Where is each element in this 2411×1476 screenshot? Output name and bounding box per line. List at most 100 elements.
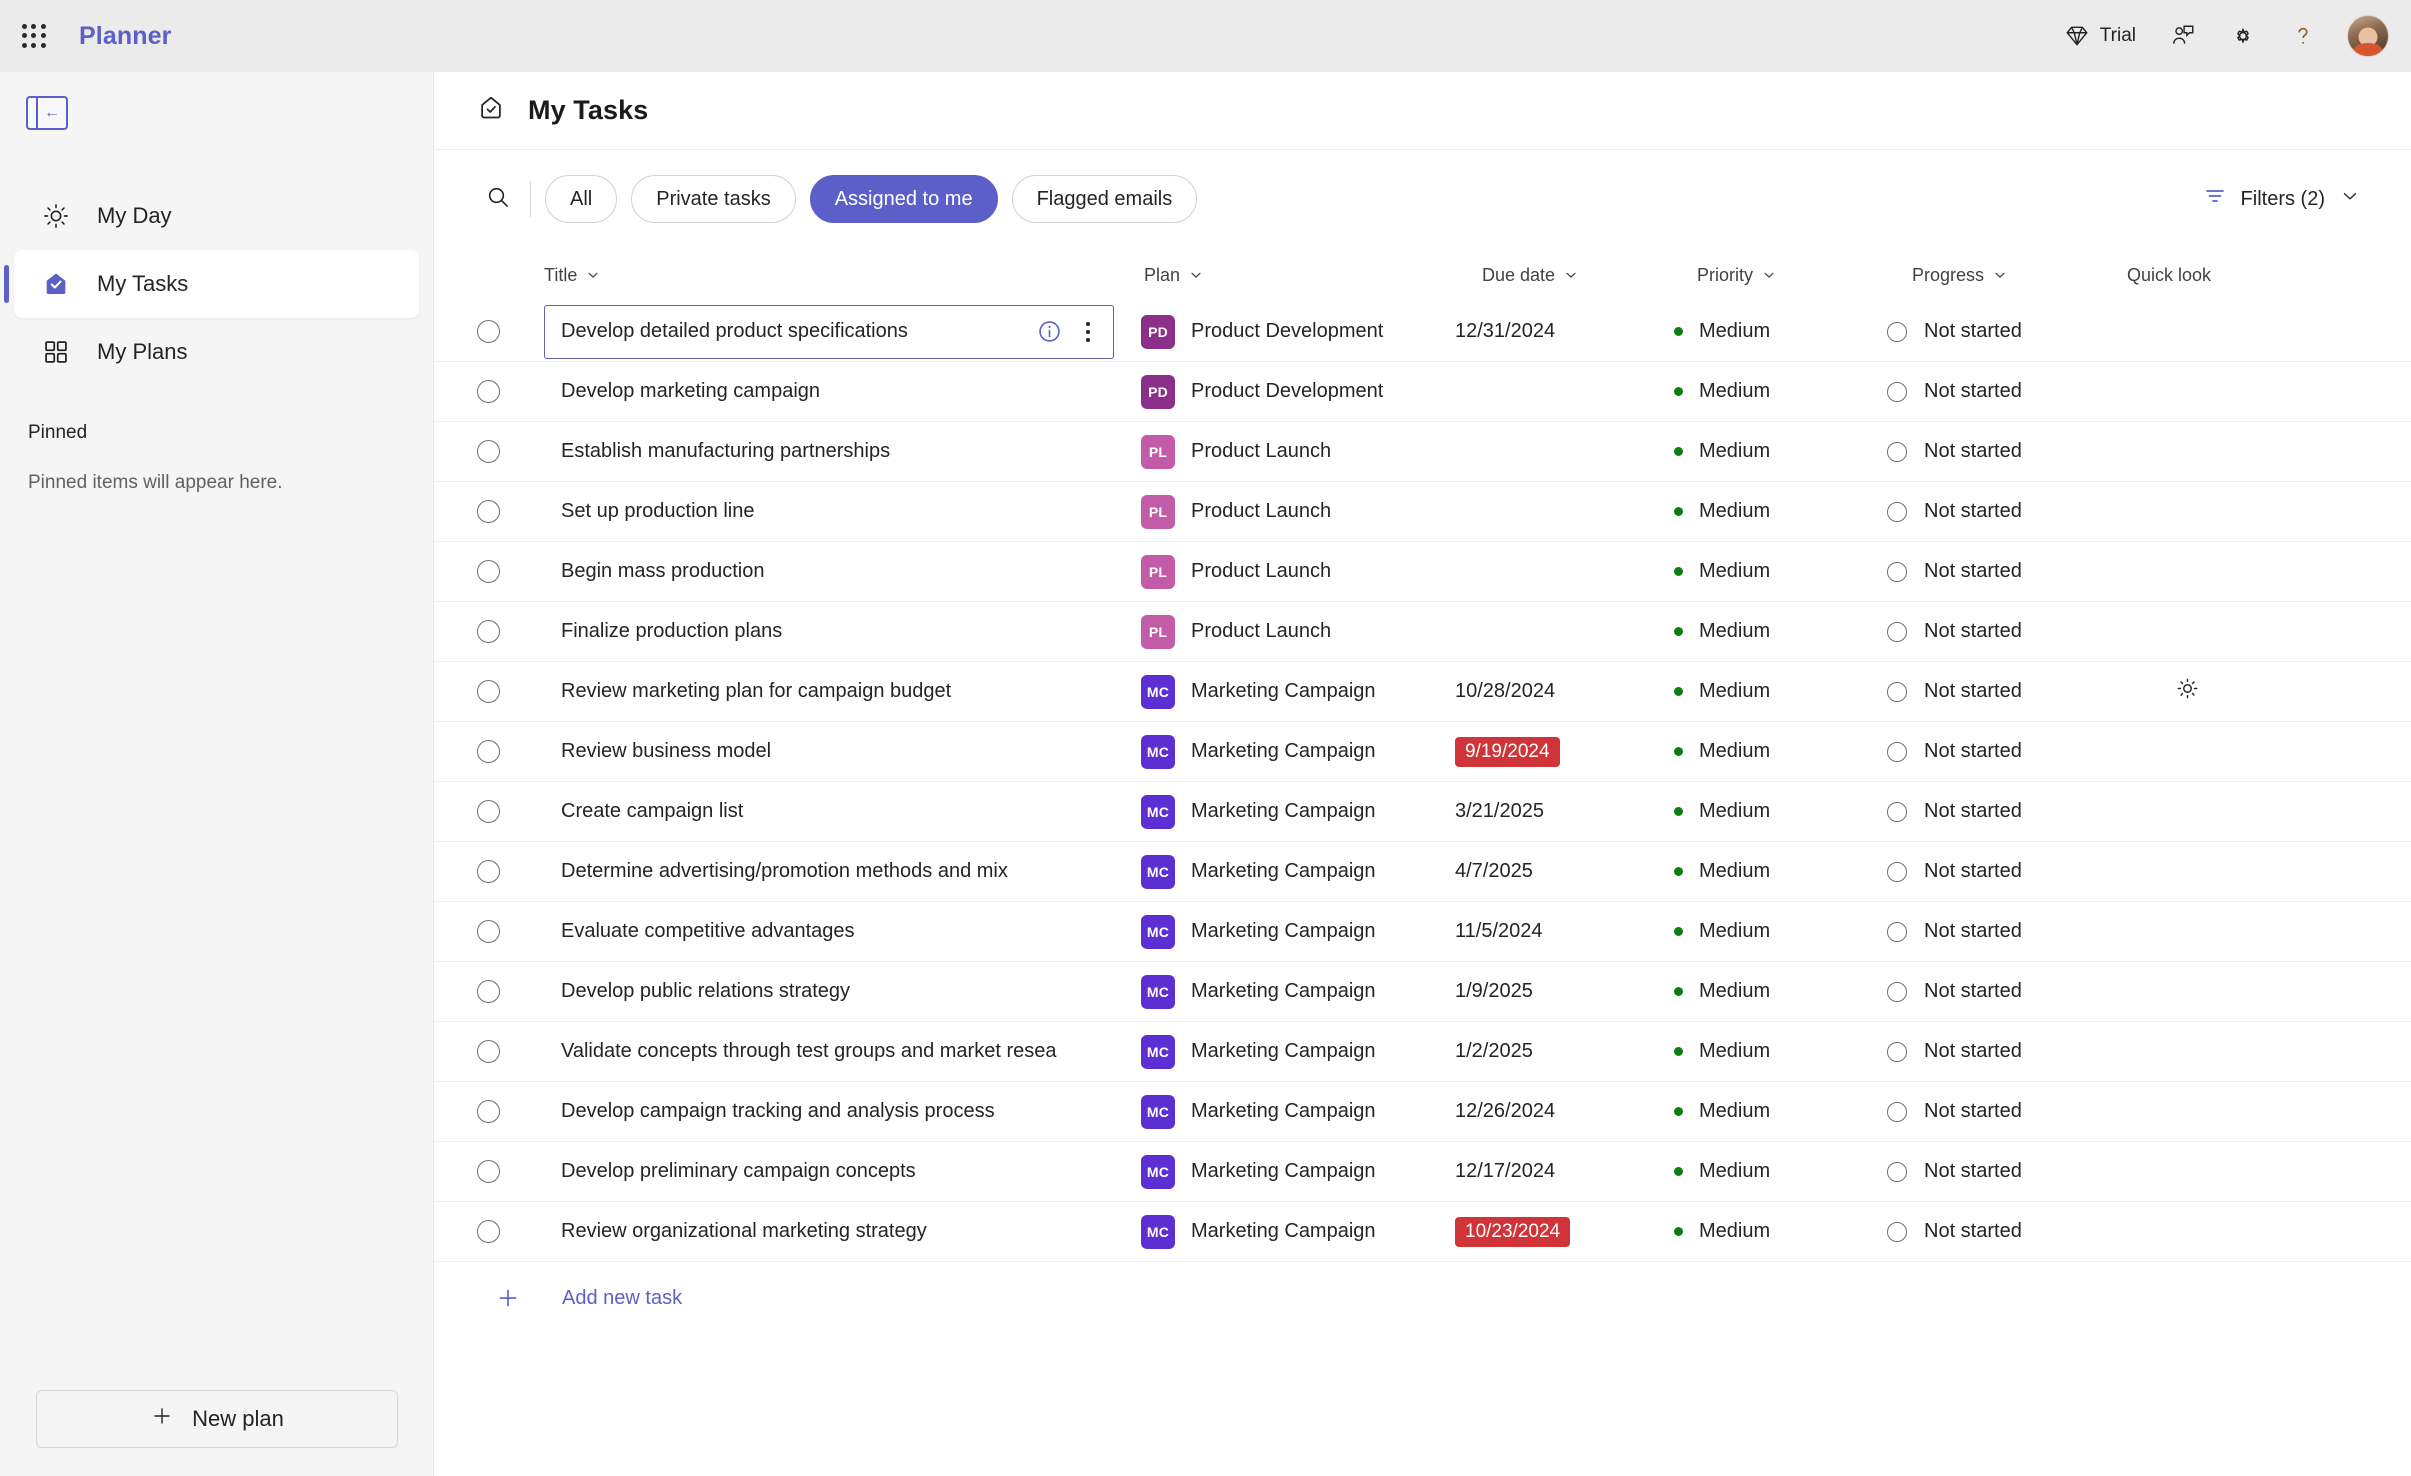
priority-cell[interactable]: Medium (1667, 560, 1882, 583)
plan-cell[interactable]: MC Marketing Campaign (1114, 1034, 1452, 1069)
progress-cell[interactable]: Not started (1882, 740, 2097, 763)
progress-cell[interactable]: Not started (1882, 980, 2097, 1003)
table-row[interactable]: Review business model MC Marketing Campa… (434, 722, 2411, 782)
table-row[interactable]: Validate concepts through test groups an… (434, 1022, 2411, 1082)
priority-cell[interactable]: Medium (1667, 500, 1882, 523)
table-row[interactable]: Evaluate competitive advantages MC Marke… (434, 902, 2411, 962)
table-row[interactable]: Determine advertising/promotion methods … (434, 842, 2411, 902)
pill-flagged-emails[interactable]: Flagged emails (1011, 175, 1198, 223)
progress-cell[interactable]: Not started (1882, 860, 2097, 883)
plan-cell[interactable]: MC Marketing Campaign (1114, 794, 1452, 829)
complete-task-checkbox[interactable] (477, 1220, 500, 1243)
complete-task-checkbox[interactable] (477, 740, 500, 763)
plan-cell[interactable]: PD Product Development (1114, 374, 1452, 409)
task-title-cell[interactable]: Develop marketing campaign (544, 365, 1114, 419)
due-date-cell[interactable]: 12/26/2024 (1452, 1100, 1667, 1123)
priority-cell[interactable]: Medium (1667, 920, 1882, 943)
plan-cell[interactable]: PL Product Launch (1114, 434, 1452, 469)
more-options-icon[interactable] (1077, 318, 1099, 345)
complete-task-checkbox[interactable] (477, 920, 500, 943)
table-row[interactable]: Develop public relations strategy MC Mar… (434, 962, 2411, 1022)
table-row[interactable]: Develop preliminary campaign concepts MC… (434, 1142, 2411, 1202)
settings-button[interactable] (2213, 13, 2273, 59)
quick-look-cell[interactable] (2097, 1156, 2297, 1187)
plan-cell[interactable]: MC Marketing Campaign (1114, 1094, 1452, 1129)
table-row[interactable]: Develop marketing campaign PD Product De… (434, 362, 2411, 422)
plan-cell[interactable]: PL Product Launch (1114, 614, 1452, 649)
progress-cell[interactable]: Not started (1882, 680, 2097, 703)
due-date-cell[interactable]: 11/5/2024 (1452, 920, 1667, 943)
progress-cell[interactable]: Not started (1882, 560, 2097, 583)
quick-look-cell[interactable] (2097, 436, 2297, 467)
column-header-priority[interactable]: Priority (1697, 265, 1912, 286)
avatar[interactable] (2347, 15, 2389, 57)
progress-cell[interactable]: Not started (1882, 500, 2097, 523)
task-title-cell[interactable]: Establish manufacturing partnerships (544, 425, 1114, 479)
pill-private-tasks[interactable]: Private tasks (631, 175, 796, 223)
column-header-progress[interactable]: Progress (1912, 265, 2127, 286)
pill-all[interactable]: All (545, 175, 618, 223)
plan-cell[interactable]: MC Marketing Campaign (1114, 1154, 1452, 1189)
app-launcher-icon[interactable] (19, 21, 49, 51)
task-title-cell[interactable]: Determine advertising/promotion methods … (544, 845, 1114, 899)
task-title-cell[interactable]: Create campaign list (544, 785, 1114, 839)
column-header-title[interactable]: Title (544, 265, 1144, 286)
due-date-cell[interactable]: 10/28/2024 (1452, 680, 1667, 703)
priority-cell[interactable]: Medium (1667, 860, 1882, 883)
sidebar-item-my-day[interactable]: My Day (14, 182, 419, 250)
table-row[interactable]: Develop detailed product specifications … (434, 302, 2411, 362)
priority-cell[interactable]: Medium (1667, 440, 1882, 463)
priority-cell[interactable]: Medium (1667, 1040, 1882, 1063)
due-date-cell[interactable]: 1/9/2025 (1452, 980, 1667, 1003)
add-new-task-row[interactable]: Add new task (434, 1262, 2411, 1334)
progress-cell[interactable]: Not started (1882, 380, 2097, 403)
add-to-my-day-sun-icon[interactable] (2175, 676, 2200, 707)
quick-look-cell[interactable] (2097, 1096, 2297, 1127)
priority-cell[interactable]: Medium (1667, 320, 1882, 343)
task-title-cell[interactable]: Develop campaign tracking and analysis p… (544, 1085, 1114, 1139)
complete-task-checkbox[interactable] (477, 500, 500, 523)
quick-look-cell[interactable] (2097, 616, 2297, 647)
progress-cell[interactable]: Not started (1882, 800, 2097, 823)
quick-look-cell[interactable] (2097, 316, 2297, 347)
quick-look-cell[interactable] (2097, 376, 2297, 407)
task-title-cell[interactable]: Evaluate competitive advantages (544, 905, 1114, 959)
priority-cell[interactable]: Medium (1667, 620, 1882, 643)
table-row[interactable]: Begin mass production PL Product Launch … (434, 542, 2411, 602)
plan-cell[interactable]: MC Marketing Campaign (1114, 734, 1452, 769)
task-title-cell[interactable]: Validate concepts through test groups an… (544, 1025, 1114, 1079)
priority-cell[interactable]: Medium (1667, 680, 1882, 703)
quick-look-cell[interactable] (2097, 676, 2297, 707)
priority-cell[interactable]: Medium (1667, 740, 1882, 763)
table-row[interactable]: Review marketing plan for campaign budge… (434, 662, 2411, 722)
plan-cell[interactable]: MC Marketing Campaign (1114, 674, 1452, 709)
due-date-cell[interactable]: 4/7/2025 (1452, 860, 1667, 883)
plan-cell[interactable]: MC Marketing Campaign (1114, 854, 1452, 889)
column-header-plan[interactable]: Plan (1144, 265, 1482, 286)
due-date-cell[interactable]: 10/23/2024 (1452, 1216, 1667, 1247)
pill-assigned-to-me[interactable]: Assigned to me (809, 175, 998, 223)
task-title-cell[interactable]: Review organizational marketing strategy (544, 1205, 1114, 1259)
task-title-cell[interactable]: Finalize production plans (544, 605, 1114, 659)
quick-look-cell[interactable] (2097, 1216, 2297, 1247)
new-plan-button[interactable]: New plan (36, 1390, 398, 1448)
complete-task-checkbox[interactable] (477, 560, 500, 583)
plan-cell[interactable]: PL Product Launch (1114, 494, 1452, 529)
task-title-cell[interactable]: Develop detailed product specifications (544, 304, 1114, 359)
due-date-cell[interactable]: 1/2/2025 (1452, 1040, 1667, 1063)
quick-look-cell[interactable] (2097, 1036, 2297, 1067)
quick-look-cell[interactable] (2097, 556, 2297, 587)
priority-cell[interactable]: Medium (1667, 1100, 1882, 1123)
app-title[interactable]: Planner (79, 22, 171, 51)
table-row[interactable]: Establish manufacturing partnerships PL … (434, 422, 2411, 482)
task-title-cell[interactable]: Review marketing plan for campaign budge… (544, 665, 1114, 719)
progress-cell[interactable]: Not started (1882, 1040, 2097, 1063)
due-date-cell[interactable]: 12/17/2024 (1452, 1160, 1667, 1183)
priority-cell[interactable]: Medium (1667, 980, 1882, 1003)
quick-look-cell[interactable] (2097, 796, 2297, 827)
progress-cell[interactable]: Not started (1882, 1220, 2097, 1243)
complete-task-checkbox[interactable] (477, 980, 500, 1003)
search-input[interactable] (476, 177, 520, 221)
plan-cell[interactable]: MC Marketing Campaign (1114, 1214, 1452, 1249)
quick-look-cell[interactable] (2097, 916, 2297, 947)
